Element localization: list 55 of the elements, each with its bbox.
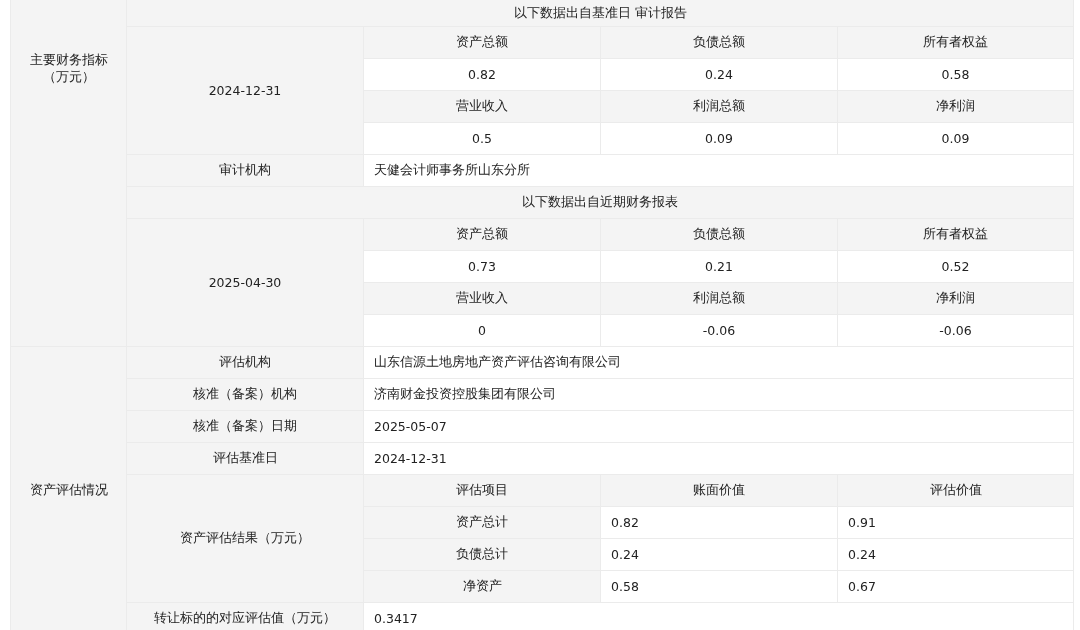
metric-label: 所有者权益 (837, 218, 1074, 251)
metric-value: 0.73 (363, 250, 601, 283)
row-value: 山东信源土地房地产资产评估咨询有限公司 (363, 346, 1074, 379)
book-value: 0.58 (600, 570, 838, 603)
metric-label: 所有者权益 (837, 26, 1074, 59)
source-note: 以下数据出自基准日 审计报告 (126, 0, 1074, 27)
book-value: 0.82 (600, 506, 838, 539)
row-value: 2024-12-31 (363, 442, 1074, 475)
metric-value: 0.58 (837, 58, 1074, 91)
metric-label: 负债总额 (600, 26, 838, 59)
metric-value: 0 (363, 314, 601, 347)
appraised-value: 0.67 (837, 570, 1074, 603)
metric-label: 资产总额 (363, 26, 601, 59)
metric-value: 0.09 (837, 122, 1074, 155)
metric-value: -0.06 (600, 314, 838, 347)
row-label: 评估机构 (126, 346, 364, 379)
row-label: 转让标的的对应评估值（万元） (126, 602, 364, 630)
item-label: 净资产 (363, 570, 601, 603)
metric-label: 营业收入 (363, 90, 601, 123)
period-date: 2025-04-30 (126, 218, 364, 347)
metric-value: 0.82 (363, 58, 601, 91)
metric-label: 营业收入 (363, 282, 601, 315)
appraised-value: 0.91 (837, 506, 1074, 539)
metric-value: -0.06 (837, 314, 1074, 347)
row-value: 2025-05-07 (363, 410, 1074, 443)
row-label: 资产评估结果（万元） (126, 474, 364, 603)
metric-label: 资产总额 (363, 218, 601, 251)
metric-value: 0.52 (837, 250, 1074, 283)
metric-label: 净利润 (837, 282, 1074, 315)
row-label: 审计机构 (126, 154, 364, 187)
row-label: 核准（备案）机构 (126, 378, 364, 411)
period-date: 2024-12-31 (126, 26, 364, 155)
section-label: 主要财务指标（万元） (10, 0, 127, 347)
row-label: 评估基准日 (126, 442, 364, 475)
row-value: 济南财金投资控股集团有限公司 (363, 378, 1074, 411)
row-label: 核准（备案）日期 (126, 410, 364, 443)
metric-label: 利润总额 (600, 282, 838, 315)
metric-value: 0.21 (600, 250, 838, 283)
metric-label: 负债总额 (600, 218, 838, 251)
column-header: 账面价值 (600, 474, 838, 507)
column-header: 评估价值 (837, 474, 1074, 507)
row-value: 0.3417 (363, 602, 1074, 630)
appraised-value: 0.24 (837, 538, 1074, 571)
metric-label: 净利润 (837, 90, 1074, 123)
metric-value: 0.5 (363, 122, 601, 155)
row-value: 天健会计师事务所山东分所 (363, 154, 1074, 187)
metric-value: 0.09 (600, 122, 838, 155)
book-value: 0.24 (600, 538, 838, 571)
source-note: 以下数据出自近期财务报表 (126, 186, 1074, 219)
item-label: 负债总计 (363, 538, 601, 571)
item-label: 资产总计 (363, 506, 601, 539)
metric-label: 利润总额 (600, 90, 838, 123)
section-label: 资产评估情况 (10, 346, 127, 630)
column-header: 评估项目 (363, 474, 601, 507)
metric-value: 0.24 (600, 58, 838, 91)
